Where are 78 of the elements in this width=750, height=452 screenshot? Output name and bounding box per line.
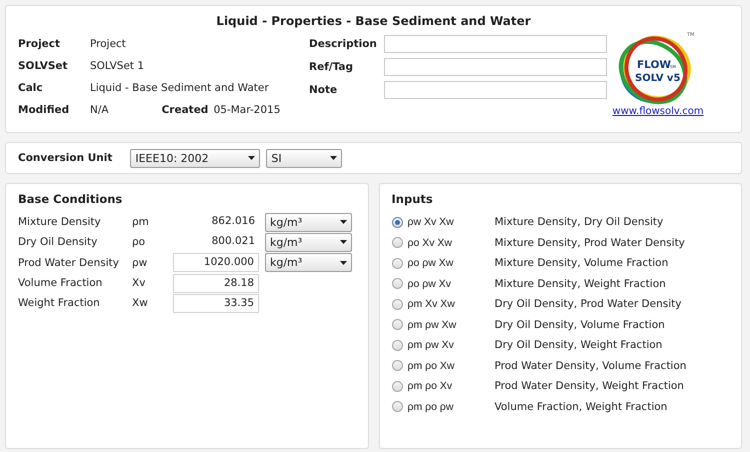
radio-button[interactable] [392,340,402,351]
input-field[interactable] [384,34,607,52]
option-label[interactable]: ρm ρw Xv [408,339,494,352]
logo-text: SOLV v5 [635,73,680,84]
field-label: SOLVSet [18,60,69,72]
caret-icon [340,220,347,224]
field-label: Ref/Tag [309,60,354,72]
option-description: Prod Water Density, Volume Fraction [494,360,686,372]
field-label: Project [18,38,62,50]
property-label: Mixture Density [18,216,102,228]
radio-button[interactable] [392,298,402,310]
property-symbol: ρw [132,256,148,269]
option-label[interactable]: ρm ρo ρw [408,400,494,413]
input-field[interactable] [384,58,607,76]
unit-dropdown[interactable]: kg/m³ [265,212,352,232]
field-label: Modified [18,104,70,116]
option-label[interactable]: ρm ρo Xw [408,360,494,372]
section-title: Inputs [392,192,434,206]
caret-icon [248,156,256,160]
field-label: Description [309,38,378,50]
property-symbol: Xv [132,277,146,290]
caret-icon [330,156,338,160]
option-label[interactable]: ρm ρo Xv [408,380,494,392]
section-title: Base Conditions [18,192,124,206]
field-value: N/A [90,104,109,116]
option-label[interactable]: ρm Xv Xw [408,298,494,310]
option-label[interactable]: ρm ρw Xw [408,318,494,331]
option-description: Prod Water Density, Weight Fraction [494,380,684,392]
field-label: Created [162,104,210,116]
option-description: Dry Oil Density, Weight Fraction [494,339,662,352]
field-label: Conversion Unit [18,152,112,164]
value-field[interactable]: 33.35 [173,294,259,313]
option-description: Dry Oil Density, Prod Water Density [494,298,682,310]
standard-dropdown[interactable]: IEEE10: 2002 [130,148,260,168]
radio-button[interactable] [392,360,402,372]
field-value: Project [90,38,126,50]
computed-value: 862.016 [210,214,256,229]
field-label: Note [309,84,338,96]
caret-icon [340,260,347,265]
radio-button[interactable] [392,216,402,228]
option-label[interactable]: ρo ρw Xw [408,257,494,270]
value-field[interactable]: 1020.000 [173,253,259,272]
caret-icon [340,240,347,244]
website-link[interactable]: www.flowsolv.com [612,106,704,117]
radio-button[interactable] [392,278,402,290]
radio-button[interactable] [392,319,402,330]
logo-text: FLOW [637,59,671,71]
property-label: Prod Water Density [18,256,120,269]
option-description: Mixture Density, Prod Water Density [494,236,685,249]
property-symbol: ρm [132,216,150,228]
unit-dropdown[interactable]: kg/m³ [265,232,352,252]
unit-system-dropdown[interactable]: SI [266,148,342,168]
field-label: Calc [18,82,44,94]
unit-dropdown[interactable]: kg/m³ [265,253,352,272]
option-description: Mixture Density, Volume Fraction [494,257,668,270]
option-description: Dry Oil Density, Volume Fraction [494,318,665,331]
radio-button[interactable] [392,401,402,412]
property-label: Weight Fraction [18,297,101,310]
radio-button[interactable] [392,237,402,248]
option-label[interactable]: ρo Xv Xw [408,236,494,249]
field-value: SOLVSet 1 [90,60,144,72]
computed-value: 800.021 [210,234,256,249]
property-symbol: Xw [132,297,149,310]
property-label: Dry Oil Density [18,236,98,248]
property-symbol: ρo [132,236,146,248]
property-label: Volume Fraction [18,277,104,290]
option-description: Mixture Density, Weight Fraction [494,278,666,290]
input-field[interactable] [384,80,607,98]
radio-button[interactable] [392,258,402,269]
option-label[interactable]: ρw Xv Xw [408,216,494,228]
value-field[interactable]: 28.18 [173,274,259,293]
option-label[interactable]: ρo ρw Xv [408,278,494,290]
field-value: 05-Mar-2015 [214,104,280,116]
field-value: Liquid - Base Sediment and Water [90,82,269,94]
option-description: Mixture Density, Dry Oil Density [494,216,664,228]
option-description: Volume Fraction, Weight Fraction [494,400,668,413]
page-title: Liquid - Properties - Base Sediment and Water [215,14,532,28]
radio-button[interactable] [392,380,402,392]
